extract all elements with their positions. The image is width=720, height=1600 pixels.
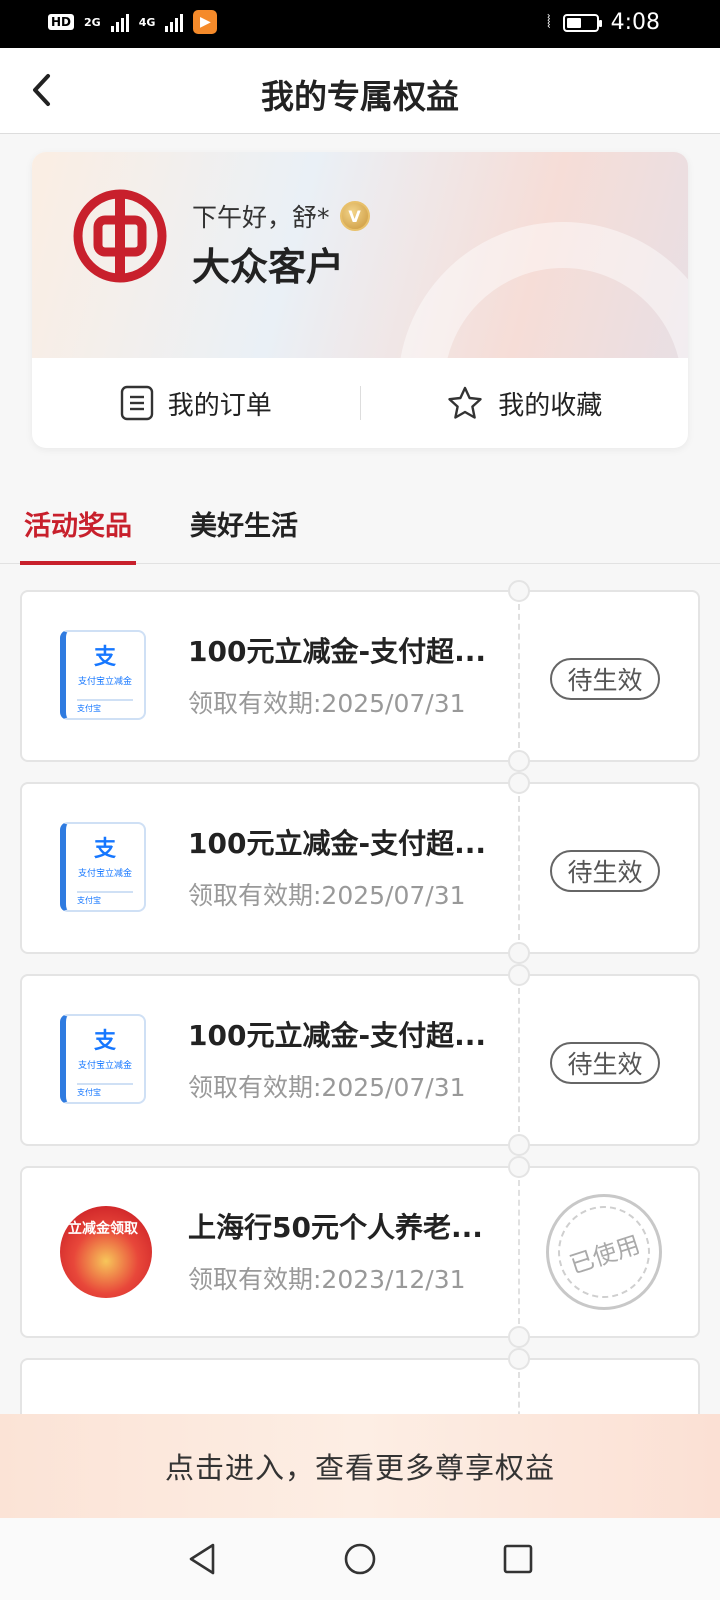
thumbnail-footer: 支付宝 — [77, 1083, 133, 1097]
greeting: 下午好，舒* V — [192, 198, 370, 234]
used-stamp: 已使用 — [546, 1194, 662, 1310]
coupon-validity: 领取有效期:2025/07/31 — [188, 881, 466, 910]
thumbnail-footer: 支付宝 — [77, 699, 133, 713]
used-stamp-text: 已使用 — [546, 1194, 662, 1310]
coupon-validity: 领取有效期:2025/07/31 — [188, 1073, 466, 1102]
vip-badge-icon: V — [339, 201, 370, 231]
customer-tier: 大众客户 — [192, 244, 345, 289]
bank-of-china-logo-icon — [73, 189, 167, 283]
more-benefits-banner[interactable]: 点击进入，查看更多尊享权益 — [0, 1414, 720, 1518]
vibrate-icon: ⦚ — [546, 12, 551, 33]
alipay-coupon-thumbnail: 支 支付宝立减金 支付宝 — [60, 630, 150, 720]
system-navigation-bar — [0, 1518, 720, 1600]
decorative-arc — [398, 222, 688, 358]
coupon-card[interactable]: 支 支付宝立减金 支付宝 100元立减金-支付超... 领取有效期:2025/0… — [20, 580, 700, 772]
my-orders-label: 我的订单 — [167, 390, 272, 421]
network-2g-label: 2G — [84, 15, 101, 29]
promo-thumbnail: 立减金领取 — [60, 1206, 152, 1298]
thumbnail-caption: 支付宝立减金 — [77, 677, 132, 687]
coupon-title: 100元立减金-支付超... — [188, 1019, 486, 1052]
tab-good-life[interactable]: 美好生活 — [190, 504, 298, 543]
alipay-icon: 支 — [93, 1029, 116, 1054]
hd-indicator: HD — [48, 14, 75, 30]
app-notification-icon: ▶ — [193, 10, 218, 34]
coupon-title: 100元立减金-支付超... — [188, 635, 486, 668]
coupon-list: 支 支付宝立减金 支付宝 100元立减金-支付超... 领取有效期:2025/0… — [20, 580, 700, 1550]
page-title: 我的专属权益 — [261, 77, 459, 116]
coupon-title: 上海行50元个人养老... — [188, 1211, 483, 1244]
signal-icon — [110, 12, 129, 32]
signal-icon-2 — [165, 12, 184, 32]
alipay-icon: 支 — [93, 837, 116, 862]
thumbnail-caption: 支付宝立减金 — [77, 869, 132, 879]
triangle-back-icon — [189, 1543, 215, 1575]
greeting-text: 下午好，舒* — [192, 203, 330, 232]
coupon-card[interactable]: 支 支付宝立减金 支付宝 100元立减金-支付超... 领取有效期:2025/0… — [20, 772, 700, 964]
nav-recents-button[interactable] — [498, 1539, 538, 1579]
status-badge[interactable]: 待生效 — [550, 1042, 660, 1084]
top-header: 我的专属权益 — [0, 48, 720, 134]
coupon-card[interactable]: 立减金领取 上海行50元个人养老... 领取有效期:2023/12/31 已使用 — [20, 1156, 700, 1348]
promo-image: 立减金领取 — [60, 1206, 152, 1298]
coupon-validity: 领取有效期:2023/12/31 — [188, 1265, 466, 1294]
clock: 4:08 — [610, 10, 660, 35]
coupon-validity: 领取有效期:2025/07/31 — [188, 689, 466, 718]
nav-home-button[interactable] — [340, 1539, 380, 1579]
alipay-icon: 支 — [93, 645, 116, 670]
star-icon — [448, 386, 482, 419]
thumbnail-caption: 支付宝立减金 — [77, 1061, 132, 1071]
coupon-title: 100元立减金-支付超... — [188, 827, 486, 860]
order-list-icon — [120, 385, 153, 421]
my-favorites-label: 我的收藏 — [498, 390, 603, 421]
circle-home-icon — [344, 1543, 376, 1575]
status-badge[interactable]: 待生效 — [550, 658, 660, 700]
battery-icon — [562, 13, 602, 32]
tab-activity-prizes[interactable]: 活动奖品 — [20, 504, 136, 565]
my-favorites-button[interactable]: 我的收藏 — [361, 385, 689, 422]
my-orders-button[interactable]: 我的订单 — [32, 385, 360, 422]
promo-caption: 立减金领取 — [68, 1221, 138, 1237]
nav-back-button[interactable] — [182, 1539, 222, 1579]
tab-bar: 活动奖品 美好生活 — [0, 480, 720, 565]
network-4g-label: 4G — [138, 15, 156, 29]
status-bar: HD 2G 4G ▶ ⦚ 4:08 — [0, 0, 720, 48]
coupon-card[interactable]: 支 支付宝立减金 支付宝 100元立减金-支付超... 领取有效期:2025/0… — [20, 964, 700, 1156]
square-recents-icon — [503, 1544, 533, 1574]
profile-banner: 下午好，舒* V 大众客户 — [32, 152, 688, 358]
thumbnail-footer: 支付宝 — [77, 891, 133, 905]
alipay-coupon-thumbnail: 支 支付宝立减金 支付宝 — [60, 822, 150, 912]
status-badge[interactable]: 待生效 — [550, 850, 660, 892]
profile-card: 下午好，舒* V 大众客户 我的订单 我的收藏 — [32, 152, 688, 448]
alipay-coupon-thumbnail: 支 支付宝立减金 支付宝 — [60, 1014, 150, 1104]
profile-actions: 我的订单 我的收藏 — [32, 358, 688, 448]
